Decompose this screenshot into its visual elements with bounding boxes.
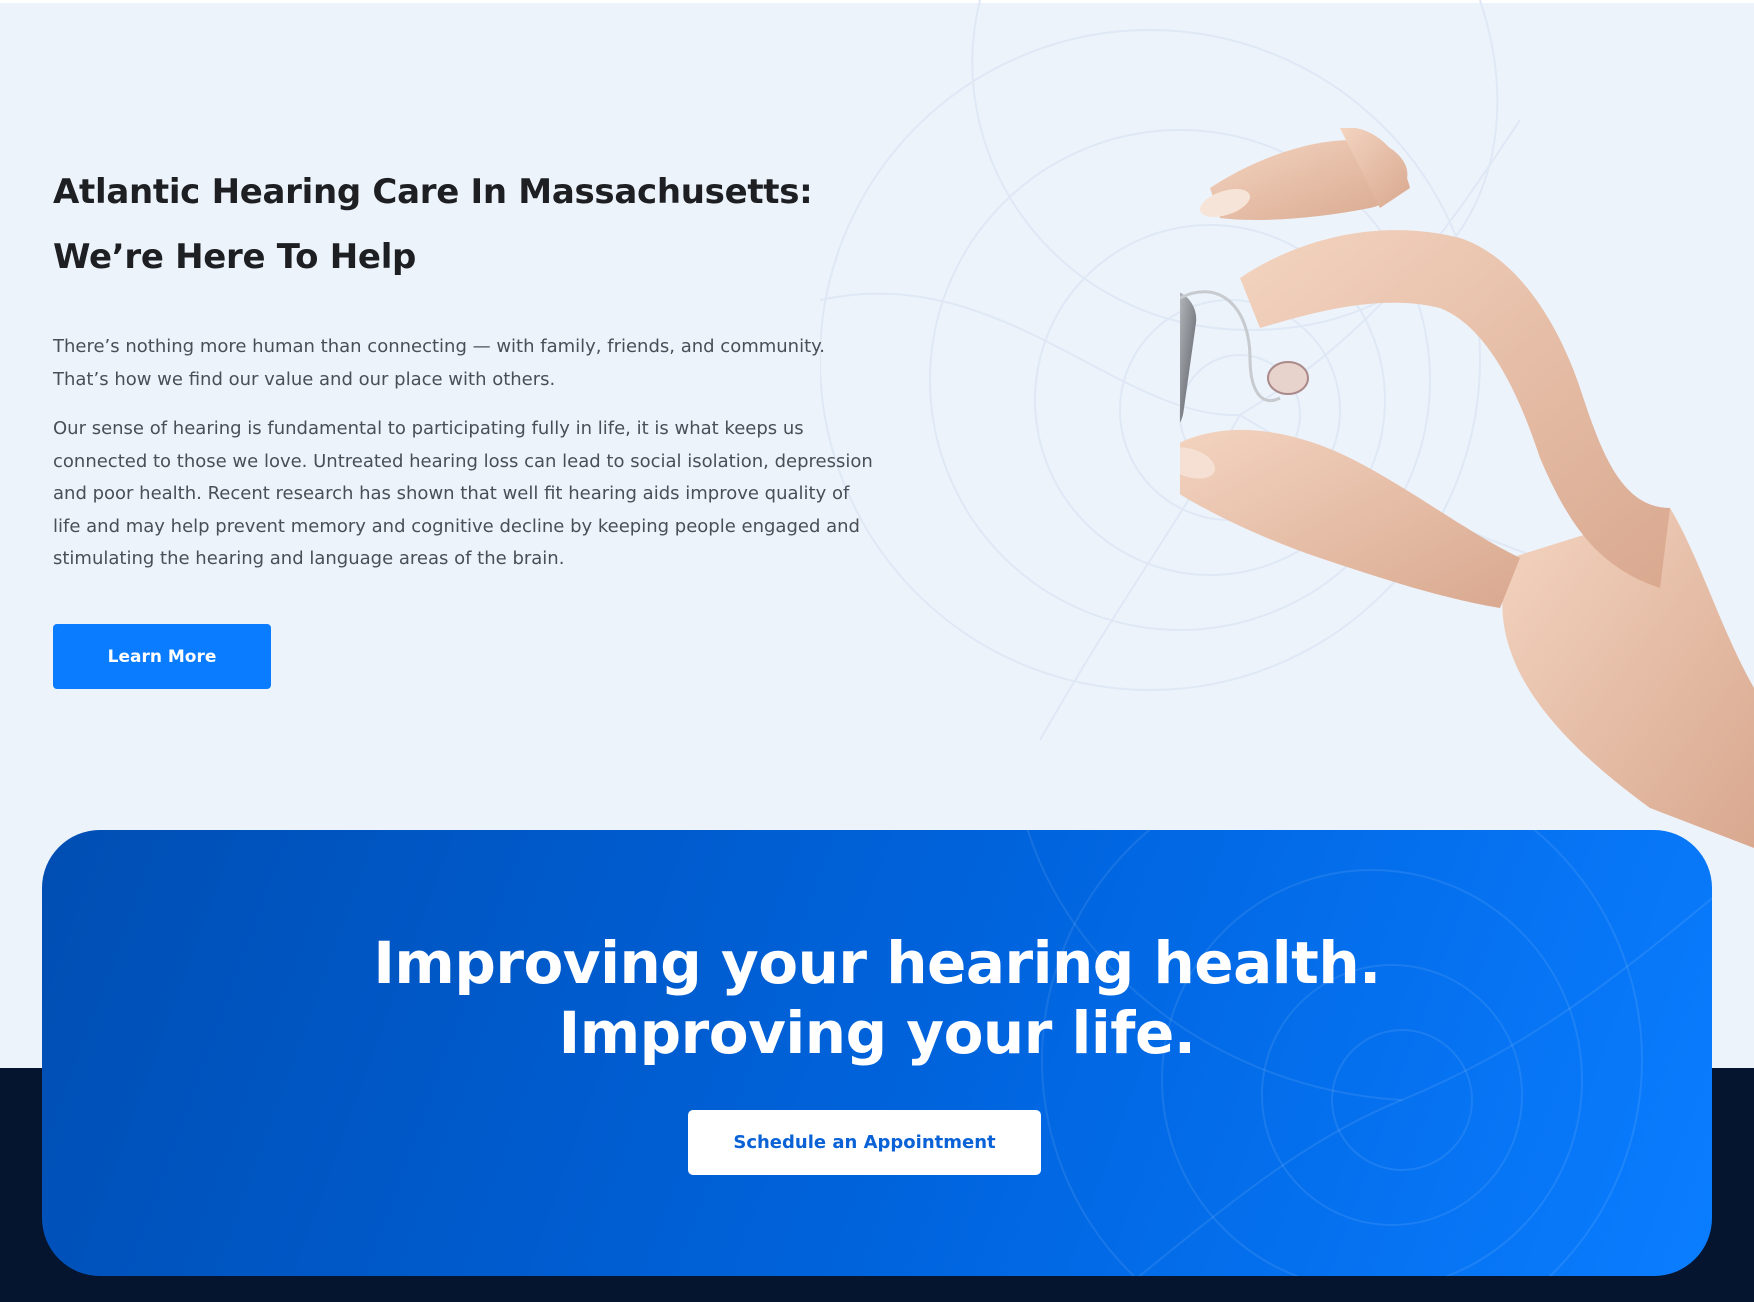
cta-heading-line1: Improving your hearing health. [373, 929, 1381, 997]
cta-heading-line2: Improving your life. [558, 999, 1196, 1067]
learn-more-button[interactable]: Learn More [53, 624, 271, 689]
hand-holding-hearing-aid-icon [1180, 128, 1754, 848]
intro-heading-line1: Atlantic Hearing Care In Massachusetts: [53, 172, 813, 212]
schedule-appointment-button[interactable]: Schedule an Appointment [688, 1110, 1041, 1175]
intro-paragraph-1: There’s nothing more human than connecti… [53, 336, 825, 390]
intro-heading: Atlantic Hearing Care In Massachusetts: … [53, 160, 873, 290]
intro-heading-line2: We’re Here To Help [53, 237, 417, 277]
cta-banner: Improving your hearing health. Improving… [42, 830, 1712, 1276]
intro-paragraph-2: Our sense of hearing is fundamental to p… [53, 418, 873, 569]
intro-section: Atlantic Hearing Care In Massachusetts: … [53, 160, 873, 576]
cta-heading: Improving your hearing health. Improving… [42, 928, 1712, 1068]
